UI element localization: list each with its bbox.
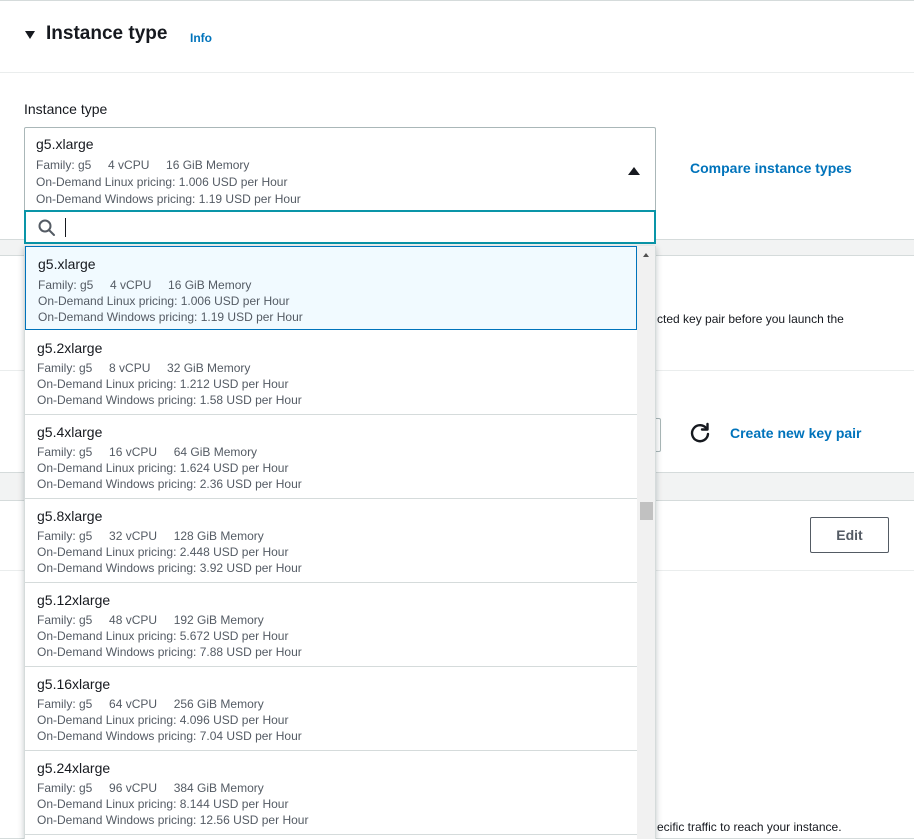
option-linux-pricing: On-Demand Linux pricing: 2.448 USD per H… xyxy=(37,545,289,559)
instance-type-select[interactable]: g5.xlarge Family: g5 4 vCPU 16 GiB Memor… xyxy=(24,127,656,211)
selected-windows-pricing: On-Demand Windows pricing: 1.19 USD per … xyxy=(36,192,301,206)
caret-down-icon[interactable] xyxy=(25,31,35,39)
panel-header[interactable]: Instance type Info xyxy=(0,1,914,73)
option-g5-2xlarge[interactable]: g5.2xlarge Family: g5 8 vCPU 32 GiB Memo… xyxy=(25,331,637,415)
option-name: g5.12xlarge xyxy=(37,592,111,608)
create-new-key-pair-link[interactable]: Create new key pair xyxy=(730,425,862,441)
option-linux-pricing: On-Demand Linux pricing: 5.672 USD per H… xyxy=(37,629,289,643)
option-linux-pricing: On-Demand Linux pricing: 1.212 USD per H… xyxy=(37,377,289,391)
option-g5-16xlarge[interactable]: g5.16xlarge Family: g5 64 vCPU 256 GiB M… xyxy=(25,667,637,751)
option-g5-4xlarge[interactable]: g5.4xlarge Family: g5 16 vCPU 64 GiB Mem… xyxy=(25,415,637,499)
instance-search-box[interactable] xyxy=(24,210,656,244)
scroll-thumb[interactable] xyxy=(640,502,653,520)
option-g5-xlarge[interactable]: g5.xlarge Family: g5 4 vCPU 16 GiB Memor… xyxy=(25,246,637,330)
option-windows-pricing: On-Demand Windows pricing: 3.92 USD per … xyxy=(37,561,302,575)
option-windows-pricing: On-Demand Windows pricing: 12.56 USD per… xyxy=(37,813,309,827)
compare-instance-types-link[interactable]: Compare instance types xyxy=(690,160,852,176)
refresh-icon[interactable] xyxy=(688,421,712,445)
option-specs: Family: g5 32 vCPU 128 GiB Memory xyxy=(37,529,264,543)
option-windows-pricing: On-Demand Windows pricing: 1.58 USD per … xyxy=(37,393,302,407)
option-g5-8xlarge[interactable]: g5.8xlarge Family: g5 32 vCPU 128 GiB Me… xyxy=(25,499,637,583)
scroll-up-arrow-icon[interactable] xyxy=(643,253,649,257)
selected-instance-specs: Family: g5 4 vCPU 16 GiB Memory xyxy=(36,158,250,172)
option-specs: Family: g5 96 vCPU 384 GiB Memory xyxy=(37,781,264,795)
info-link[interactable]: Info xyxy=(190,31,212,45)
option-windows-pricing: On-Demand Windows pricing: 7.04 USD per … xyxy=(37,729,302,743)
dropdown-scrollbar[interactable] xyxy=(637,246,655,839)
key-pair-description: cted key pair before you launch the xyxy=(657,312,844,326)
option-specs: Family: g5 64 vCPU 256 GiB Memory xyxy=(37,697,264,711)
search-input[interactable] xyxy=(62,216,642,238)
option-linux-pricing: On-Demand Linux pricing: 1.624 USD per H… xyxy=(37,461,289,475)
option-linux-pricing: On-Demand Linux pricing: 1.006 USD per H… xyxy=(38,294,290,308)
caret-up-icon[interactable] xyxy=(628,167,640,175)
option-specs: Family: g5 48 vCPU 192 GiB Memory xyxy=(37,613,264,627)
option-specs: Family: g5 4 vCPU 16 GiB Memory xyxy=(38,278,252,292)
text-cursor xyxy=(65,218,66,237)
option-specs: Family: g5 8 vCPU 32 GiB Memory xyxy=(37,361,251,375)
option-windows-pricing: On-Demand Windows pricing: 2.36 USD per … xyxy=(37,477,302,491)
option-linux-pricing: On-Demand Linux pricing: 4.096 USD per H… xyxy=(37,713,289,727)
option-specs: Family: g5 16 vCPU 64 GiB Memory xyxy=(37,445,258,459)
option-linux-pricing: On-Demand Linux pricing: 8.144 USD per H… xyxy=(37,797,289,811)
option-g5-24xlarge[interactable]: g5.24xlarge Family: g5 96 vCPU 384 GiB M… xyxy=(25,751,637,835)
option-name: g5.8xlarge xyxy=(37,508,103,524)
instance-type-dropdown[interactable]: g5.xlarge Family: g5 4 vCPU 16 GiB Memor… xyxy=(24,246,656,839)
option-windows-pricing: On-Demand Windows pricing: 7.88 USD per … xyxy=(37,645,302,659)
option-name: g5.4xlarge xyxy=(37,424,103,440)
instance-type-panel: Instance type Info Instance type g5.xlar… xyxy=(0,0,914,240)
option-g5-12xlarge[interactable]: g5.12xlarge Family: g5 48 vCPU 192 GiB M… xyxy=(25,583,637,667)
selected-instance-name: g5.xlarge xyxy=(36,136,94,152)
field-label: Instance type xyxy=(24,101,108,117)
search-icon xyxy=(38,219,55,236)
option-name: g5.24xlarge xyxy=(37,760,111,776)
option-windows-pricing: On-Demand Windows pricing: 1.19 USD per … xyxy=(38,310,303,324)
option-name: g5.xlarge xyxy=(38,256,96,272)
option-name: g5.2xlarge xyxy=(37,340,103,356)
security-group-description: ecific traffic to reach your instance. xyxy=(657,820,842,834)
panel-title: Instance type xyxy=(46,23,168,44)
selected-linux-pricing: On-Demand Linux pricing: 1.006 USD per H… xyxy=(36,175,288,189)
option-name: g5.16xlarge xyxy=(37,676,111,692)
edit-button[interactable]: Edit xyxy=(810,517,889,553)
